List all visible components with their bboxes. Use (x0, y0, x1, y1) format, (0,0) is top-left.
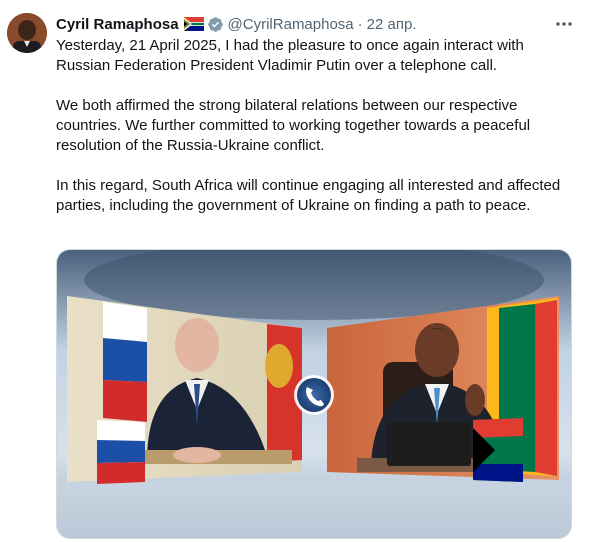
tweet-media-image[interactable] (56, 249, 572, 539)
putin-panel (67, 296, 302, 484)
separator-dot: · (357, 15, 363, 33)
author-name[interactable]: Cyril Ramaphosa (56, 16, 179, 33)
ramaphosa-panel (327, 296, 559, 482)
timestamp[interactable]: 22 апр. (367, 16, 417, 33)
tweet-paragraph: In this regard, South Africa will contin… (56, 177, 561, 214)
tweet-paragraph: Yesterday, 21 April 2025, I had the plea… (56, 37, 524, 74)
tweet-header: Cyril Ramaphosa @CyrilRamaphosa · 22 апр… (56, 14, 416, 34)
tweet-paragraph: We both affirmed the strong bilateral re… (56, 97, 531, 154)
tweet[interactable]: Cyril Ramaphosa @CyrilRamaphosa · 22 апр… (0, 0, 592, 542)
avatar[interactable] (7, 13, 47, 53)
south-africa-flag-icon (183, 17, 204, 31)
author-handle[interactable]: @CyrilRamaphosa (228, 16, 354, 33)
tweet-text: Yesterday, 21 April 2025, I had the plea… (56, 36, 576, 236)
verified-badge-icon[interactable] (207, 16, 224, 33)
more-options-icon[interactable] (554, 16, 574, 32)
phone-call-icon (294, 375, 334, 415)
